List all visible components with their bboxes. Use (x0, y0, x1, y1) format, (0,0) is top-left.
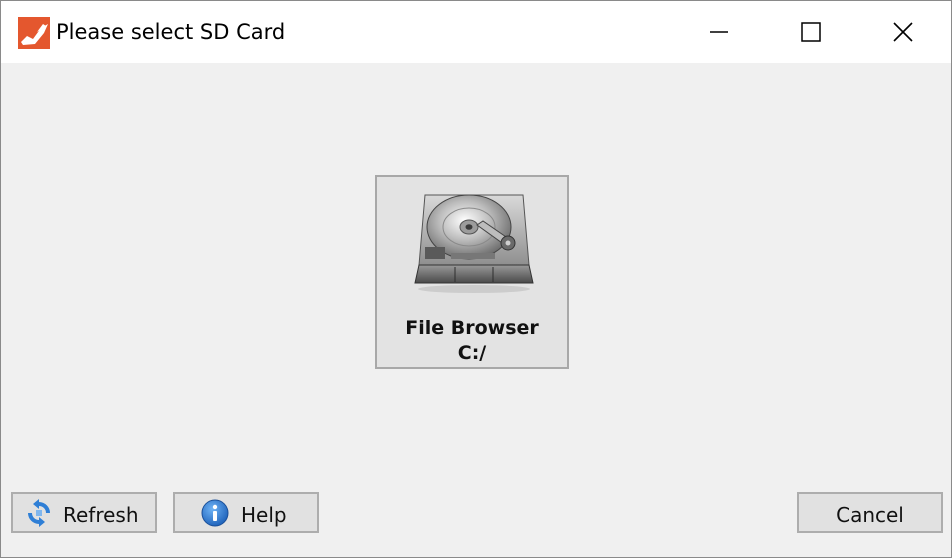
close-button[interactable] (857, 1, 949, 63)
minimize-icon (710, 31, 728, 33)
refresh-icon (28, 499, 50, 527)
maximize-button[interactable] (765, 1, 857, 63)
refresh-label: Refresh (63, 503, 139, 527)
device-name: File Browser (405, 317, 539, 339)
hard-drive-icon (414, 194, 534, 293)
info-icon (201, 499, 229, 527)
device-path: C:/ (457, 342, 487, 364)
window-title: Please select SD Card (56, 20, 286, 44)
maximize-icon (801, 22, 821, 42)
help-label: Help (241, 503, 287, 527)
close-icon (893, 22, 913, 42)
sd-card-dialog: Please select SD Card File Browser C:/ R… (0, 0, 952, 558)
device-file-browser[interactable]: File Browser C:/ (375, 175, 569, 369)
minimize-button[interactable] (673, 1, 765, 63)
cancel-label: Cancel (836, 503, 904, 527)
app-logo-icon (18, 17, 50, 49)
help-button[interactable]: Help (173, 492, 319, 533)
refresh-button[interactable]: Refresh (11, 492, 157, 533)
cancel-button[interactable]: Cancel (797, 492, 943, 533)
title-bar[interactable]: Please select SD Card (1, 1, 951, 63)
